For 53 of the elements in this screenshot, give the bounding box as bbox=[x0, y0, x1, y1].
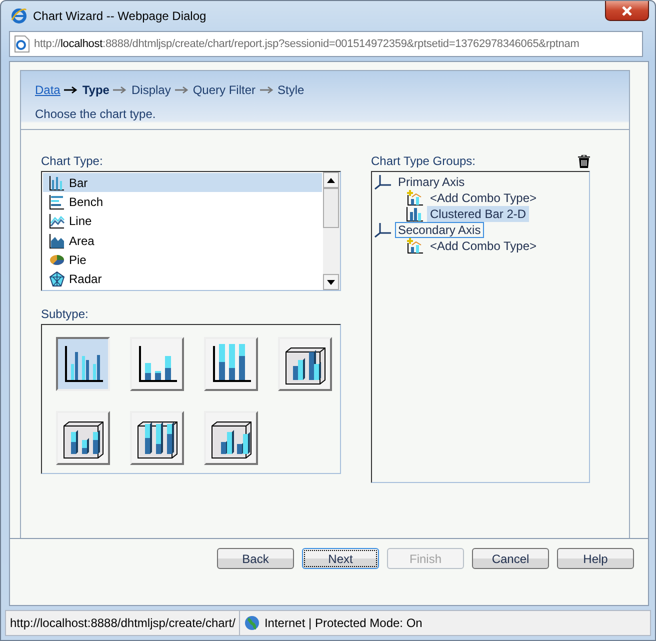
dialog-button[interactable]: Help bbox=[557, 548, 634, 569]
step-link[interactable]: Data bbox=[35, 83, 60, 97]
scrollbar[interactable] bbox=[323, 172, 340, 290]
area-chart-icon bbox=[49, 232, 65, 249]
arrow-icon bbox=[174, 86, 189, 94]
arrow-icon bbox=[260, 86, 274, 94]
radar-chart-icon bbox=[49, 271, 65, 288]
add-chart-icon bbox=[406, 190, 424, 206]
window-title: Chart Wizard -- Webpage Dialog bbox=[33, 9, 208, 23]
list-item[interactable]: Bar bbox=[43, 173, 322, 192]
page-icon bbox=[14, 35, 30, 53]
arrow-icon bbox=[113, 86, 128, 94]
down-arrow-icon bbox=[327, 280, 335, 284]
bar-chart-icon bbox=[406, 206, 424, 222]
address-field[interactable]: http://localhost:8888/dhtmljsp/create/chart/report.jsp?sessionid=001514972359&rptsetid=13762978346065&rptnam bbox=[9, 31, 643, 57]
axes-icon bbox=[374, 222, 392, 238]
instruction-text: Choose the chart type. bbox=[35, 107, 157, 121]
step-label: Type bbox=[82, 83, 110, 97]
status-url: http://localhost:8888/dhtmljsp/create/chart/ bbox=[6, 611, 240, 635]
step-label: Display bbox=[131, 83, 171, 97]
trash-icon[interactable] bbox=[578, 154, 590, 168]
dialog-button[interactable]: Next bbox=[302, 548, 379, 569]
list-item[interactable]: Bench bbox=[43, 192, 322, 212]
tree-item[interactable]: Clustered Bar 2-D bbox=[427, 206, 530, 222]
globe-icon bbox=[244, 615, 260, 631]
close-button[interactable] bbox=[605, 1, 649, 21]
dialog-button[interactable]: Back bbox=[217, 548, 294, 569]
list-item[interactable]: Line bbox=[43, 212, 322, 231]
axes-icon bbox=[374, 174, 392, 190]
tree-item[interactable]: Primary Axis bbox=[395, 174, 468, 190]
arrow-icon bbox=[64, 86, 78, 94]
add-chart-icon bbox=[406, 238, 424, 254]
step-label: Style bbox=[278, 83, 304, 97]
list-item[interactable]: Pie bbox=[43, 250, 322, 270]
bar-chart-icon bbox=[49, 174, 65, 191]
dialog-button[interactable]: Cancel bbox=[472, 548, 549, 569]
security-zone: Internet | Protected Mode: On bbox=[264, 616, 424, 630]
list-item[interactable]: Area bbox=[43, 230, 322, 250]
step-label: Query Filter bbox=[192, 83, 256, 97]
browser-icon bbox=[11, 8, 27, 24]
subtype-label: Subtype: bbox=[41, 307, 88, 321]
list-item[interactable]: Radar bbox=[43, 270, 322, 289]
close-icon bbox=[621, 6, 633, 16]
tree-item[interactable]: <Add Combo Type> bbox=[427, 190, 540, 206]
groups-label: Chart Type Groups: bbox=[371, 154, 476, 168]
up-arrow-icon bbox=[327, 178, 335, 182]
tree-item[interactable]: <Add Combo Type> bbox=[427, 238, 540, 254]
horizontal-bar-icon bbox=[49, 194, 65, 210]
tree-item[interactable]: Secondary Axis bbox=[395, 222, 484, 238]
line-chart-icon bbox=[49, 213, 65, 230]
chart-type-list[interactable]: Bar Bench Line Area Pie Radar bbox=[41, 171, 341, 291]
subtype-button[interactable] bbox=[56, 337, 110, 391]
chart-type-label: Chart Type: bbox=[41, 154, 103, 168]
